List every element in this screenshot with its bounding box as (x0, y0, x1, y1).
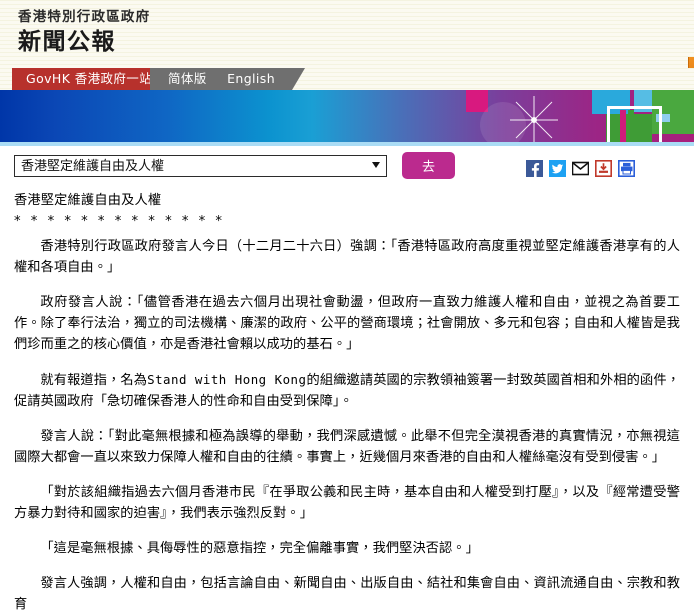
banner-stripe-magenta (620, 110, 626, 142)
article-paragraph: 發言人強調，人權和自由，包括言論自由、新聞自由、出版自由、結社和集會自由、資訊流… (14, 573, 680, 615)
go-button[interactable]: 去 (402, 152, 455, 179)
chevron-down-icon (372, 162, 380, 168)
banner-square-magenta (466, 90, 488, 112)
press-release-select-value: 香港堅定維護自由及人權 (15, 156, 386, 176)
article-paragraph: 政府發言人說：「儘管香港在過去六個月出現社會動盪，但政府一直致力維護人權和自由，… (14, 292, 680, 355)
article-headline: 香港堅定維護自由及人權 (14, 190, 680, 211)
press-release-select[interactable]: 香港堅定維護自由及人權 (14, 155, 387, 177)
article-paragraph: 發言人說：「對此毫無根據和極為誤導的舉動，我們深感遺憾。此舉不但完全漠視香港的真… (14, 426, 680, 468)
masthead: 香港特別行政區政府 新聞公報 (0, 0, 694, 68)
page-title: 新聞公報 (18, 27, 694, 57)
article-paragraph: 就有報道指，名為Stand with Hong Kong的組織邀請英國的宗教領袖… (14, 369, 680, 412)
email-icon[interactable] (572, 160, 589, 177)
article-paragraph: 「這是毫無根據、具侮辱性的惡意指控，完全偏離事實，我們堅決否認。」 (14, 538, 680, 559)
tab-govhk-label: GovHK 香港政府一站通 (26, 71, 165, 86)
article-paragraph: 「對於該組織指過去六個月香港市民『在爭取公義和民主時，基本自由和人權受到打壓』，… (14, 482, 680, 524)
top-nav-tabbar: GovHK 香港政府一站通 简体版 English (0, 68, 694, 90)
organisation-name: Stand with Hong Kong (147, 372, 306, 387)
download-icon[interactable] (595, 160, 612, 177)
masthead-inner: 香港特別行政區政府 新聞公報 (0, 0, 694, 57)
share-icon-group (526, 160, 635, 177)
banner-frame (607, 106, 662, 146)
print-icon[interactable] (618, 160, 635, 177)
tab-simplified-chinese[interactable]: 简体版 (168, 68, 207, 90)
sparkle-icon (510, 96, 558, 144)
article-body: 香港堅定維護自由及人權 * * * * * * * * * * * * * 香港… (0, 190, 694, 615)
tab-english[interactable]: English (227, 68, 275, 90)
tab-language-group: 简体版 English (150, 68, 305, 90)
twitter-icon[interactable] (549, 160, 566, 177)
banner-stripe-green (628, 110, 634, 142)
article-paragraph: 香港特別行政區政府發言人今日（十二月二十六日）強調：「香港特區政府高度重視並堅定… (14, 236, 680, 278)
site-organisation: 香港特別行政區政府 (18, 8, 694, 26)
banner-graphic (444, 90, 694, 142)
article-star-divider: * * * * * * * * * * * * * (14, 211, 680, 232)
brand-banner (0, 90, 694, 146)
edge-tab-handle[interactable] (688, 57, 694, 68)
facebook-icon[interactable] (526, 160, 543, 177)
